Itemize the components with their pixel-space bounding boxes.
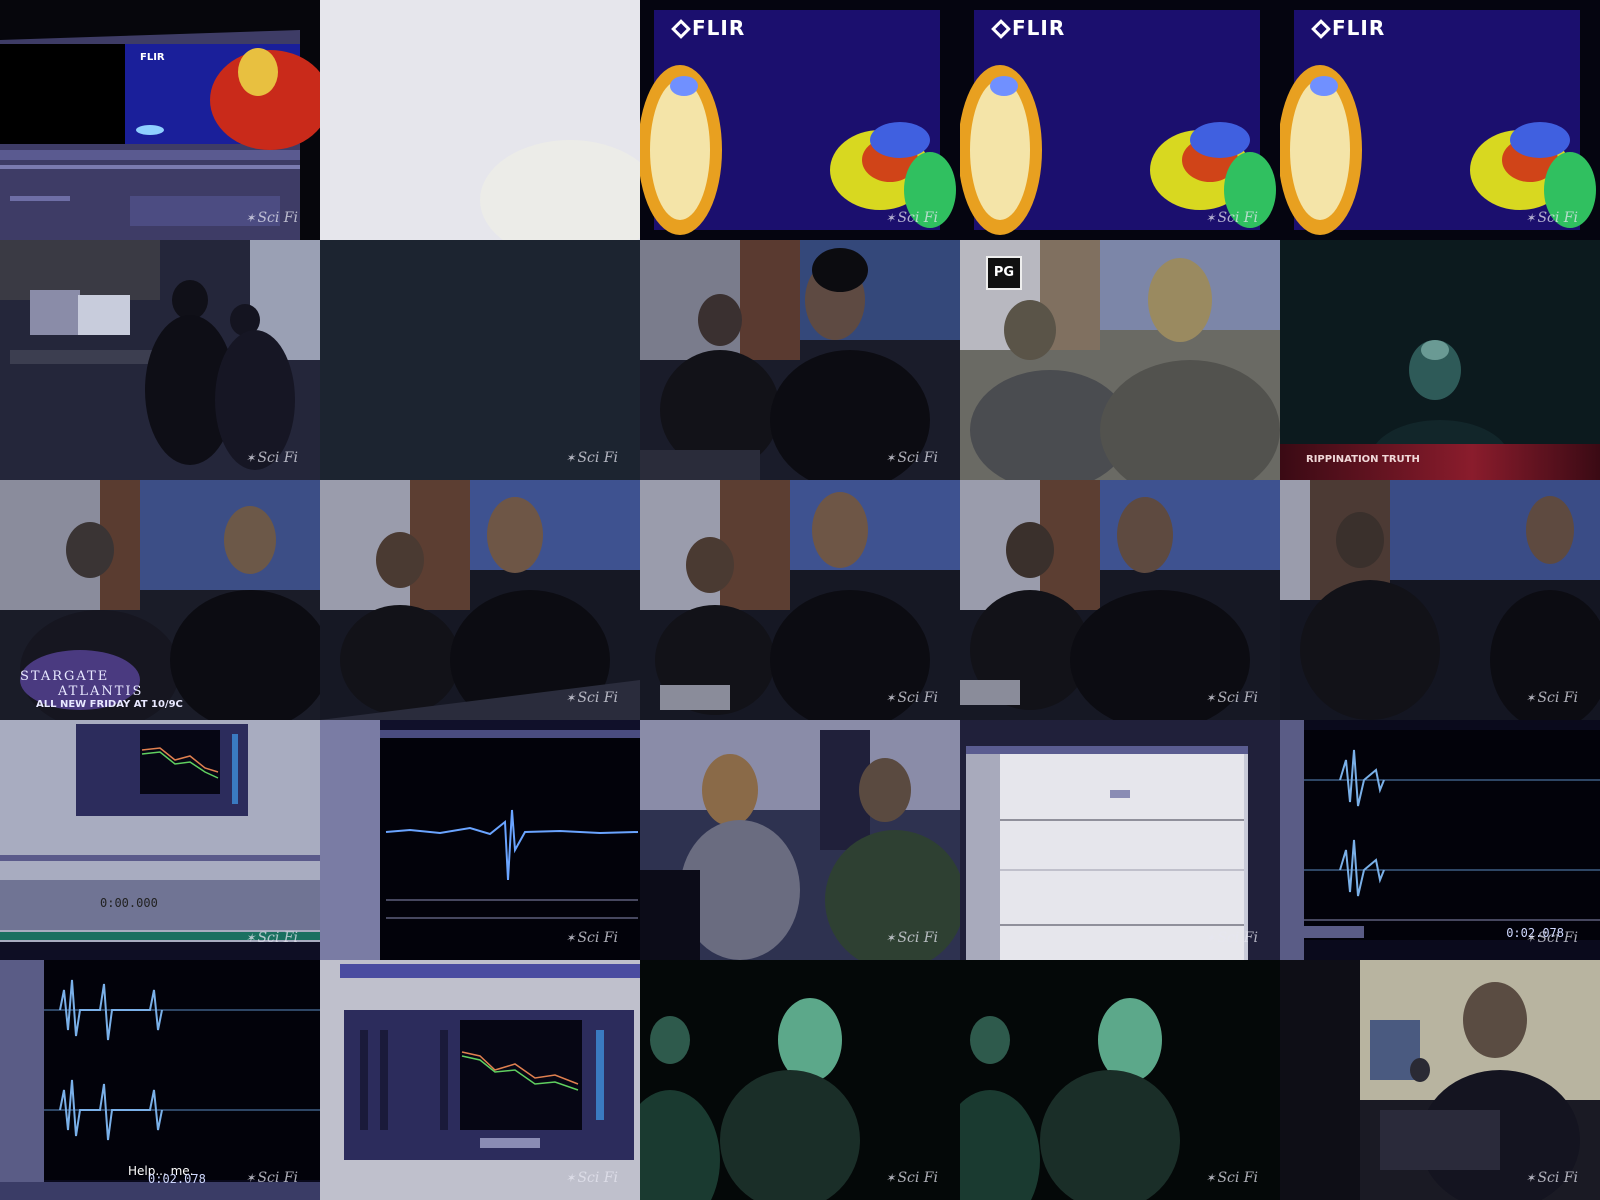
scifi-bug: Sci Fi — [245, 1170, 298, 1186]
tile-man-at-desk: Sci Fi — [1280, 960, 1600, 1200]
tile-thermal-monitor: FLIR Sci Fi — [0, 0, 320, 240]
washed-out-art — [320, 0, 640, 240]
scifi-bug: Sci Fi — [1525, 690, 1578, 706]
scifi-bug: Sci Fi — [245, 210, 298, 226]
scifi-bug: Sci Fi — [885, 1170, 938, 1186]
flir-label: FLIR — [1332, 16, 1386, 40]
tile-two-men-table-2: Sci Fi — [640, 480, 960, 720]
tile-flat-waveform: Sci Fi — [960, 720, 1280, 960]
tile-thermal-2: FLIR Sci Fi — [960, 0, 1280, 240]
tile-directx-plugin: Sci Fi — [320, 960, 640, 1200]
tile-nightvision-faces-1: Sci Fi — [640, 960, 960, 1200]
tile-thermal-3: FLIR Sci Fi — [1280, 0, 1600, 240]
tile-waveform-bursts-caption: Help... me. 0:02.078 Sci Fi — [0, 960, 320, 1200]
tile-waveform-bursts: 0:02.078 Sci Fi — [1280, 720, 1600, 960]
scifi-bug: Sci Fi — [565, 1170, 618, 1186]
timecode-readout: 0:00.000 — [100, 896, 158, 910]
scifi-bug: Sci Fi — [1525, 210, 1578, 226]
scifi-bug: Sci Fi — [1525, 930, 1578, 946]
promo-line-1: STARGATE — [20, 669, 110, 684]
scifi-bug: Sci Fi — [565, 690, 618, 706]
flir-logo: FLIR — [991, 16, 1066, 40]
tile-dark-frame: Sci Fi — [320, 240, 640, 480]
tile-office-computers: Sci Fi — [0, 240, 320, 480]
scifi-bug: Sci Fi — [885, 690, 938, 706]
tile-two-men-promo: STARGATE ATLANTIS ALL NEW FRIDAY AT 10/9… — [0, 480, 320, 720]
scifi-bug: Sci Fi — [245, 930, 298, 946]
office-computers-art — [0, 240, 320, 480]
directx-plugin-art — [320, 960, 640, 1200]
scifi-bug: Sci Fi — [565, 450, 618, 466]
tile-nightvision-figure: RIPPINATION TRUTH — [1280, 240, 1600, 480]
two-men-table-art — [960, 480, 1280, 720]
tile-audio-plugin-screen: 0:00.000 Sci Fi — [0, 720, 320, 960]
audio-plugin-screen-art — [0, 720, 320, 960]
flir-diamond-icon — [671, 19, 691, 39]
promo-line-2: ATLANTIS — [58, 684, 144, 699]
dark-frame-art — [320, 240, 640, 480]
promo-overlay: STARGATE ATLANTIS ALL NEW FRIDAY AT 10/9… — [20, 669, 183, 710]
flir-label: FLIR — [692, 16, 746, 40]
flat-waveform-art — [960, 720, 1280, 960]
scifi-bug: Sci Fi — [885, 210, 938, 226]
scifi-bug: Sci Fi — [1205, 1170, 1258, 1186]
tile-nightvision-faces-2: Sci Fi — [960, 960, 1280, 1200]
banner-text: RIPPINATION TRUTH — [1306, 454, 1420, 465]
flir-label: FLIR — [1012, 16, 1066, 40]
promo-line-3: ALL NEW FRIDAY AT 10/9C — [36, 699, 183, 710]
tile-two-men-table-4: Sci Fi — [1280, 480, 1600, 720]
timecode-readout: 0:02.078 — [148, 1172, 206, 1186]
scifi-bug: Sci Fi — [885, 450, 938, 466]
nightvision-faces-art — [960, 960, 1280, 1200]
man-at-desk-art — [1280, 960, 1600, 1200]
scifi-bug: Sci Fi — [1205, 930, 1258, 946]
tile-two-men-table-3: Sci Fi — [960, 480, 1280, 720]
two-men-watching-art — [640, 240, 960, 480]
mini-flir-label: FLIR — [140, 52, 165, 63]
tile-washed-out — [320, 0, 640, 240]
flir-logo: FLIR — [671, 16, 746, 40]
two-men-lab-art — [640, 720, 960, 960]
two-men-table-art — [640, 480, 960, 720]
two-men-table-art — [1280, 480, 1600, 720]
tile-thermal-1: FLIR Sci Fi — [640, 0, 960, 240]
program-banner: RIPPINATION TRUTH — [1280, 444, 1600, 480]
flir-diamond-icon — [1311, 19, 1331, 39]
tile-two-men-watching: Sci Fi — [640, 240, 960, 480]
waveform-bursts-art — [1280, 720, 1600, 960]
tile-two-men-faded: PG — [960, 240, 1280, 480]
tv-rating-badge: PG — [986, 256, 1022, 290]
tile-two-men-table-1: Sci Fi — [320, 480, 640, 720]
scifi-bug: Sci Fi — [245, 450, 298, 466]
flir-logo: FLIR — [1311, 16, 1386, 40]
scifi-bug: Sci Fi — [1205, 690, 1258, 706]
scifi-bug: Sci Fi — [885, 930, 938, 946]
thumbnail-grid: FLIR Sci Fi FLIR Sci Fi — [0, 0, 1600, 1200]
nightvision-faces-art — [640, 960, 960, 1200]
scifi-bug: Sci Fi — [1205, 210, 1258, 226]
two-men-table-art — [320, 480, 640, 720]
thermal-monitor-art: FLIR — [0, 0, 320, 240]
flir-diamond-icon — [991, 19, 1011, 39]
tile-two-men-lab: Sci Fi — [640, 720, 960, 960]
tile-waveform-spike: Sci Fi — [320, 720, 640, 960]
scifi-bug: Sci Fi — [565, 930, 618, 946]
waveform-spike-art — [320, 720, 640, 960]
scifi-bug: Sci Fi — [1525, 1170, 1578, 1186]
